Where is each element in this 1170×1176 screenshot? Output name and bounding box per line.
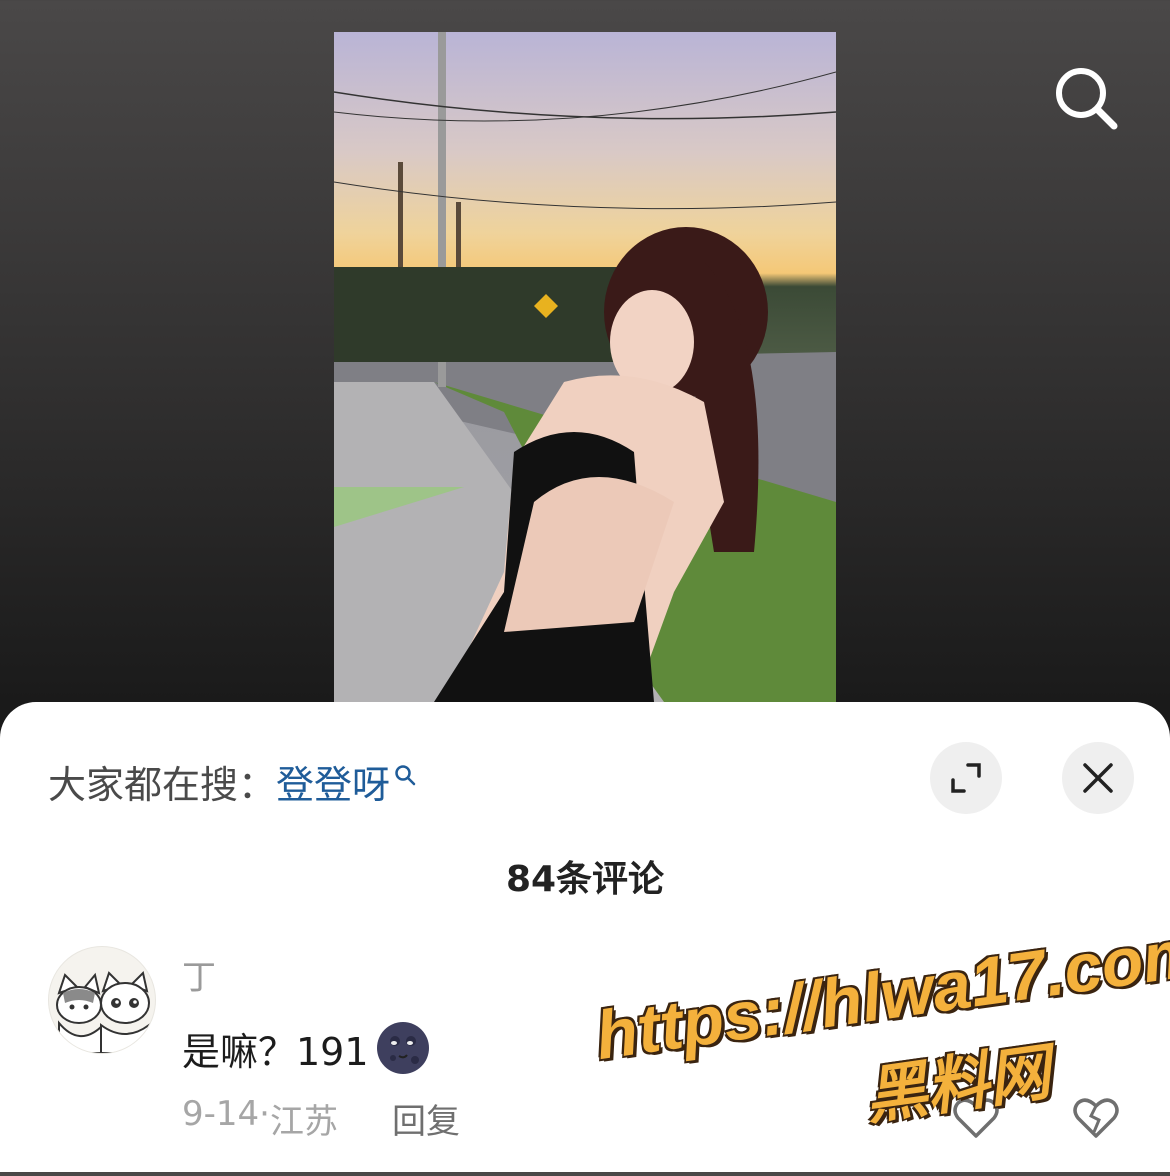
video-frame[interactable] (334, 32, 836, 702)
heart-icon (953, 1098, 999, 1138)
cats-avatar-icon (56, 971, 150, 1053)
search-icon (1056, 68, 1118, 130)
hot-search-prefix: 大家都在搜： (48, 763, 277, 807)
hot-search-keyword[interactable]: 登登呀 (276, 754, 390, 809)
search-button[interactable] (1050, 62, 1122, 134)
comment-date: 9-14 (182, 1094, 260, 1134)
hot-search[interactable]: 大家都在搜： 登登呀 (48, 754, 416, 809)
comment-username[interactable]: 丁 (182, 950, 216, 999)
comments-sheet: 大家都在搜： 登登呀 84条评论 丁 是嘛？191 9-14 · 江苏 回复 (0, 702, 1170, 1172)
comment-text: 是嘛？191 (182, 1020, 431, 1076)
avatar[interactable] (48, 946, 156, 1054)
broken-heart-icon (1073, 1098, 1119, 1138)
like-button[interactable] (950, 1092, 1002, 1142)
reply-button[interactable]: 回复 (392, 1094, 460, 1143)
comment-location: 江苏 (269, 1102, 338, 1142)
new-moon-face-emoji (376, 1022, 429, 1074)
small-search-icon (395, 764, 416, 785)
close-button[interactable] (1062, 742, 1134, 814)
comment-meta: 9-14 · 江苏 回复 (182, 1094, 460, 1143)
meta-separator: · (259, 1094, 270, 1134)
expand-button[interactable] (930, 742, 1002, 814)
close-icon (1083, 763, 1113, 793)
video-scene (334, 32, 836, 702)
expand-icon (951, 763, 981, 793)
dislike-button[interactable] (1070, 1092, 1122, 1142)
comment-count: 84条评论 (505, 859, 665, 900)
comment-body: 是嘛？191 (182, 1029, 369, 1074)
